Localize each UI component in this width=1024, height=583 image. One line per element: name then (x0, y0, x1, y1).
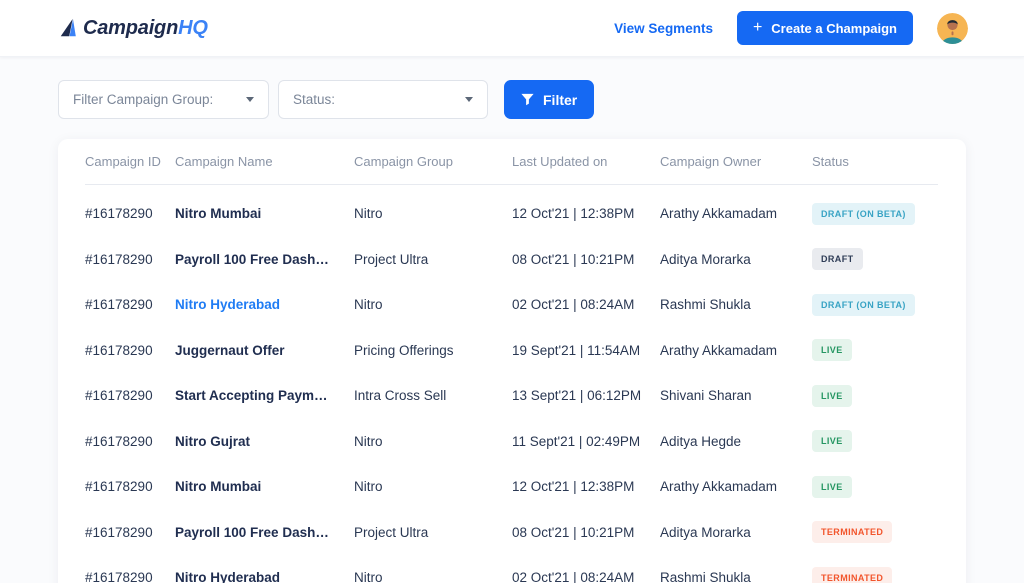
table-row[interactable]: #16178290 Payroll 100 Free Dash… Project… (85, 237, 938, 283)
cell-campaign-id: #16178290 (85, 342, 153, 358)
cell-campaign-name[interactable]: Nitro Mumbai (175, 479, 354, 494)
cell-last-updated: 12 Oct'21 | 12:38PM (512, 479, 635, 495)
status-badge: Draft (On Beta) (812, 293, 915, 316)
top-bar: CampaignHQ View Segments + Create a Cham… (0, 0, 1024, 57)
cell-campaign-owner: Arathy Akkamadam (660, 342, 778, 358)
column-header-campaign-id: Campaign ID (85, 154, 161, 169)
cell-campaign-id: #16178290 (85, 251, 153, 267)
table-row[interactable]: #16178290 Nitro Mumbai Nitro 12 Oct'21 |… (85, 191, 938, 237)
table-row[interactable]: #16178290 Nitro Mumbai Nitro 12 Oct'21 |… (85, 464, 938, 510)
status-badge: Terminated (812, 566, 893, 583)
cell-campaign-group: Nitro (354, 297, 383, 313)
cell-campaign-group: Project Ultra (354, 524, 429, 540)
column-header-campaign-owner: Campaign Owner (660, 154, 762, 169)
table-row[interactable]: #16178290 Juggernaut Offer Pricing Offer… (85, 328, 938, 374)
cell-campaign-id: #16178290 (85, 570, 153, 583)
cell-last-updated: 08 Oct'21 | 10:21PM (512, 251, 635, 267)
cell-campaign-owner: Rashmi Shukla (660, 297, 751, 313)
cell-campaign-name[interactable]: Nitro Mumbai (175, 206, 354, 221)
cell-campaign-id: #16178290 (85, 297, 153, 313)
cell-campaign-group: Pricing Offerings (354, 342, 454, 358)
campaign-group-select-label: Filter Campaign Group: (73, 92, 214, 107)
funnel-icon (521, 93, 534, 106)
plus-icon: + (752, 19, 763, 36)
status-badge: Draft (812, 248, 863, 271)
cell-campaign-group: Project Ultra (354, 251, 429, 267)
cell-campaign-group: Nitro (354, 206, 383, 222)
create-campaign-button[interactable]: + Create a Champaign (736, 11, 913, 45)
status-select[interactable]: Status: (278, 80, 488, 119)
status-badge: Terminated (812, 521, 893, 544)
table-row[interactable]: #16178290 Start Accepting Paym… Intra Cr… (85, 373, 938, 419)
column-header-status: Status (812, 154, 849, 169)
table-header-row: Campaign ID Campaign Name Campaign Group… (85, 139, 938, 185)
filter-bar: Filter Campaign Group: Status: Filter (58, 80, 968, 119)
status-badge: Draft (On Beta) (812, 202, 915, 225)
avatar-illustration (937, 12, 968, 44)
filter-button[interactable]: Filter (504, 80, 595, 119)
cell-campaign-name[interactable]: Nitro Hyderabad (175, 570, 354, 583)
campaignhq-logo[interactable]: CampaignHQ (58, 17, 208, 40)
column-header-campaign-name: Campaign Name (175, 154, 273, 169)
cell-last-updated: 02 Oct'21 | 08:24AM (512, 297, 635, 313)
cell-campaign-id: #16178290 (85, 479, 153, 495)
cell-campaign-group: Nitro (354, 479, 383, 495)
cell-campaign-owner: Shivani Sharan (660, 388, 752, 404)
status-select-label: Status: (293, 92, 336, 107)
cell-last-updated: 11 Sept'21 | 02:49PM (512, 433, 641, 449)
logo-text: CampaignHQ (83, 16, 208, 39)
cell-campaign-name[interactable]: Nitro Gujrat (175, 434, 354, 449)
cell-last-updated: 19 Sept'21 | 11:54AM (512, 342, 641, 358)
chevron-down-icon (465, 97, 473, 102)
column-header-last-updated: Last Updated on (512, 154, 608, 169)
status-badge: Live (812, 475, 852, 498)
cell-campaign-group: Nitro (354, 570, 383, 583)
cell-campaign-group: Intra Cross Sell (354, 388, 447, 404)
status-badge: Live (812, 384, 852, 407)
cell-last-updated: 08 Oct'21 | 10:21PM (512, 524, 635, 540)
topbar-right: View Segments + Create a Champaign (614, 11, 968, 45)
cell-campaign-owner: Aditya Morarka (660, 251, 751, 267)
create-campaign-label: Create a Champaign (771, 20, 897, 36)
cell-campaign-owner: Arathy Akkamadam (660, 206, 778, 222)
cell-campaign-owner: Rashmi Shukla (660, 570, 751, 583)
cell-last-updated: 13 Sept'21 | 06:12PM (512, 388, 642, 404)
cell-campaign-name[interactable]: Nitro Hyderabad (175, 297, 354, 312)
table-row[interactable]: #16178290 Nitro Hyderabad Nitro 02 Oct'2… (85, 555, 938, 583)
cell-campaign-name[interactable]: Payroll 100 Free Dash… (175, 252, 354, 267)
cell-campaign-name[interactable]: Payroll 100 Free Dash… (175, 525, 354, 540)
chevron-down-icon (246, 97, 254, 102)
user-avatar[interactable] (937, 12, 968, 44)
campaign-group-select[interactable]: Filter Campaign Group: (58, 80, 269, 119)
rocket-logo-icon (60, 18, 76, 37)
cell-campaign-id: #16178290 (85, 524, 153, 540)
table-row[interactable]: #16178290 Nitro Hyderabad Nitro 02 Oct'2… (85, 282, 938, 328)
cell-campaign-name[interactable]: Start Accepting Paym… (175, 388, 354, 403)
cell-last-updated: 12 Oct'21 | 12:38PM (512, 206, 635, 222)
table-row[interactable]: #16178290 Nitro Gujrat Nitro 11 Sept'21 … (85, 419, 938, 465)
cell-campaign-id: #16178290 (85, 206, 153, 222)
cell-campaign-group: Nitro (354, 433, 383, 449)
cell-campaign-id: #16178290 (85, 388, 153, 404)
cell-campaign-id: #16178290 (85, 433, 153, 449)
table-body: #16178290 Nitro Mumbai Nitro 12 Oct'21 |… (85, 185, 938, 583)
view-segments-link[interactable]: View Segments (614, 21, 713, 36)
filter-button-label: Filter (543, 91, 578, 108)
cell-campaign-owner: Aditya Morarka (660, 524, 751, 540)
campaign-table-card: Campaign ID Campaign Name Campaign Group… (58, 139, 966, 583)
cell-campaign-name[interactable]: Juggernaut Offer (175, 343, 354, 358)
status-badge: Live (812, 339, 852, 362)
column-header-campaign-group: Campaign Group (354, 154, 453, 169)
table-row[interactable]: #16178290 Payroll 100 Free Dash… Project… (85, 510, 938, 556)
cell-campaign-owner: Aditya Hegde (660, 433, 742, 449)
cell-last-updated: 02 Oct'21 | 08:24AM (512, 570, 635, 583)
status-badge: Live (812, 430, 852, 453)
cell-campaign-owner: Arathy Akkamadam (660, 479, 778, 495)
